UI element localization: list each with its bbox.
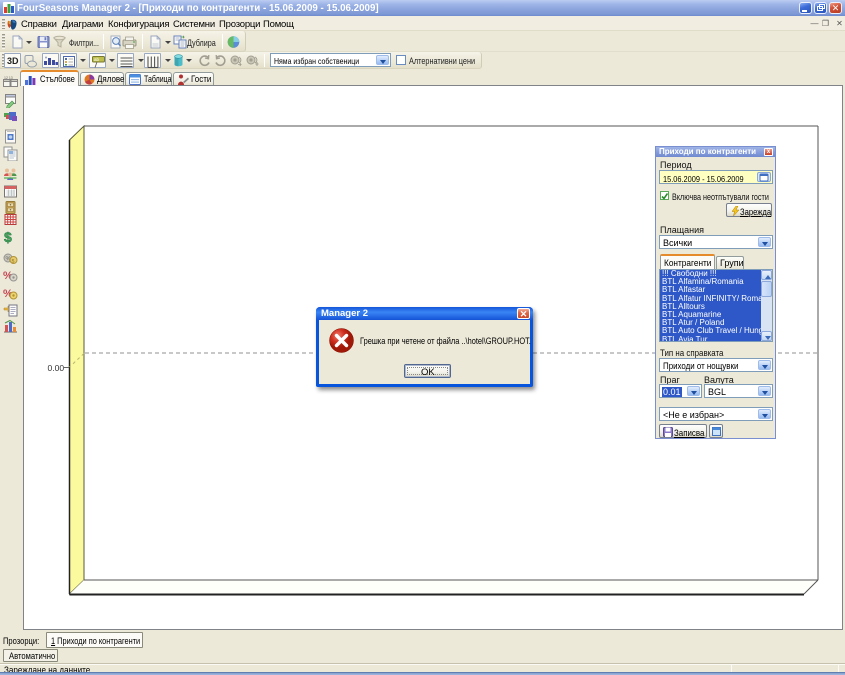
svg-text:$: $ (4, 229, 12, 244)
svg-text:s: s (12, 259, 15, 265)
svg-text:12 13: 12 13 (4, 76, 13, 80)
svg-text:ab: ab (94, 57, 100, 62)
svg-text:0.00: 0.00 (48, 363, 65, 373)
